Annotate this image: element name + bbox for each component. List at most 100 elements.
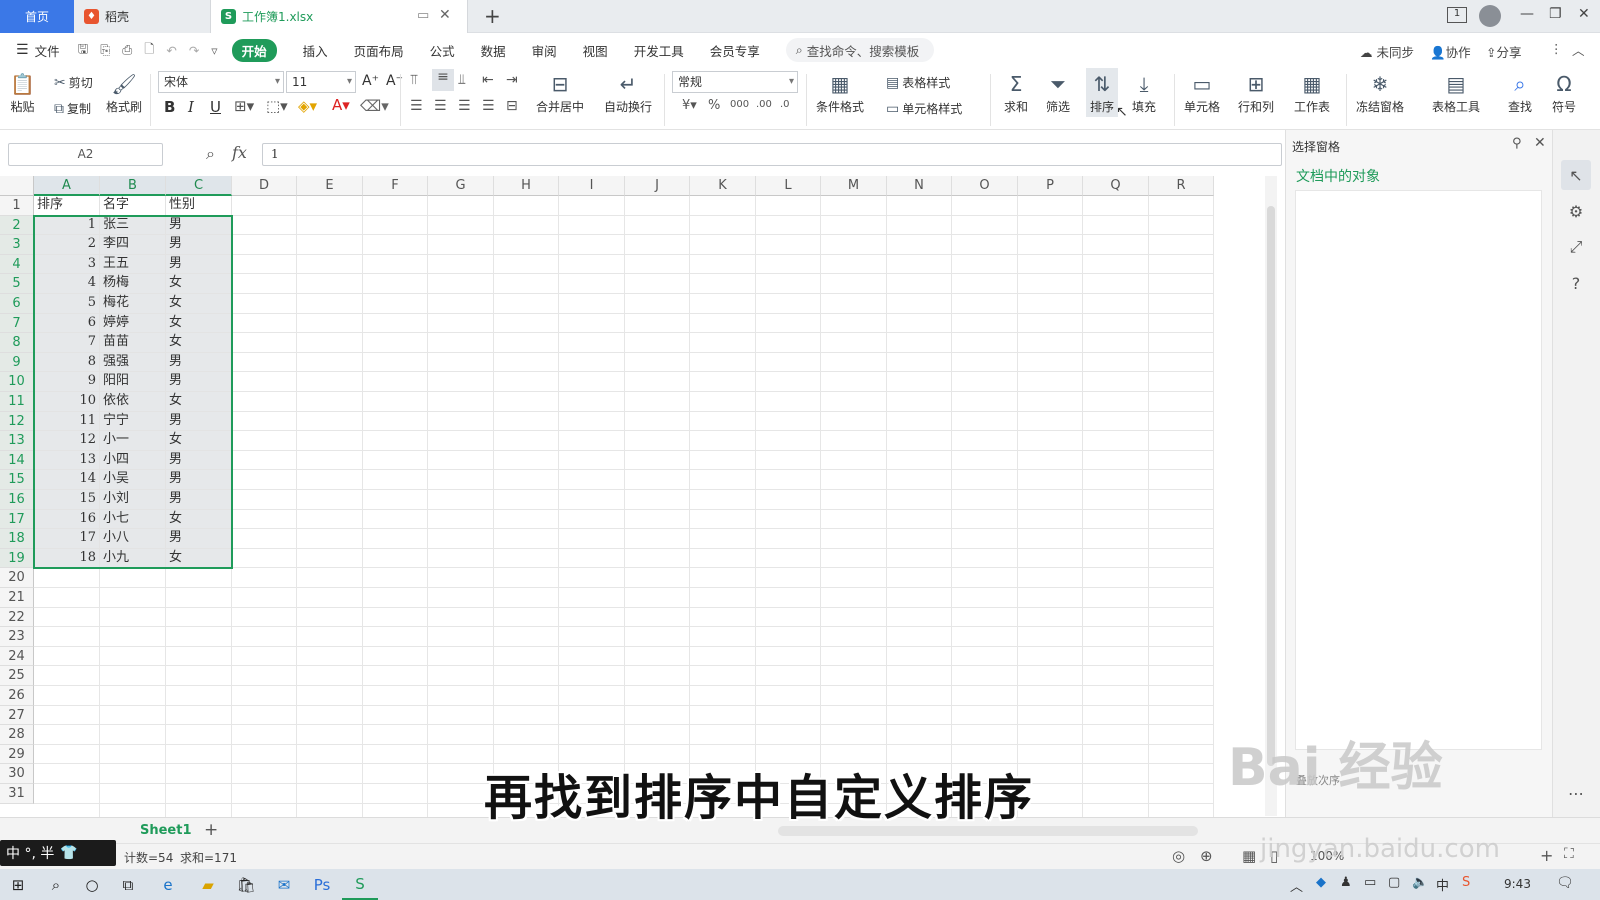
row-header[interactable]: 10 (0, 372, 34, 392)
cell[interactable]: 4 (34, 274, 100, 294)
cell[interactable]: 女 (166, 333, 232, 353)
cell[interactable]: 女 (166, 392, 232, 412)
wps-icon[interactable]: S (342, 869, 378, 900)
row-header[interactable]: 4 (0, 254, 34, 275)
clear-icon[interactable]: ⌫▾ (360, 97, 389, 115)
cell[interactable]: 11 (34, 411, 100, 432)
row-header[interactable]: 19 (0, 548, 34, 569)
column-header[interactable]: E (297, 176, 363, 196)
row-header[interactable]: 8 (0, 333, 34, 353)
row-col-button[interactable]: ⊞ 行和列 (1238, 70, 1274, 115)
increase-font-icon[interactable]: A⁺ (362, 73, 379, 89)
align-right-icon[interactable]: ☰ (458, 98, 471, 114)
mail-icon[interactable]: ✉ (266, 869, 302, 900)
row-header[interactable]: 3 (0, 235, 34, 255)
select-all-corner[interactable] (0, 176, 34, 196)
folder-icon[interactable]: ▰ (190, 869, 226, 900)
tab-home[interactable]: 首页 (0, 0, 74, 33)
sum-button[interactable]: Σ 求和 (1004, 70, 1028, 115)
cell[interactable]: 小四 (100, 450, 166, 471)
align-left-icon[interactable]: ☰ (410, 98, 423, 114)
font-size-select[interactable]: 11 (286, 71, 356, 93)
currency-icon[interactable]: ¥▾ (682, 98, 697, 113)
cell[interactable]: 14 (34, 470, 100, 490)
cell[interactable]: 小八 (100, 529, 166, 549)
cut-button[interactable]: ✂ 剪切 (54, 74, 93, 91)
percent-icon[interactable]: % (708, 98, 720, 113)
justify-icon[interactable]: ☰ (482, 98, 495, 114)
cell[interactable]: 依依 (100, 392, 166, 412)
cell[interactable]: 8 (34, 352, 100, 373)
row-header[interactable]: 25 (0, 666, 34, 686)
row-header[interactable]: 17 (0, 509, 34, 530)
row-header[interactable]: 31 (0, 784, 34, 804)
align-middle-icon[interactable]: ≡ (432, 69, 454, 91)
fullscreen-icon[interactable]: ⛶ (1564, 846, 1574, 862)
selection-pane-title[interactable]: 选择窗格 (1292, 138, 1340, 155)
column-header[interactable]: N (887, 176, 952, 196)
menu-insert[interactable]: 插入 (303, 41, 328, 60)
ime-tray-icon[interactable]: 中 (1436, 875, 1449, 894)
cell[interactable]: 男 (166, 254, 232, 275)
collapse-ribbon-icon[interactable]: ︿ (1572, 40, 1585, 59)
column-header[interactable]: H (494, 176, 559, 196)
thousands-icon[interactable]: 000 (730, 99, 749, 110)
row-header[interactable]: 20 (0, 568, 34, 588)
row-header[interactable]: 18 (0, 529, 34, 549)
cell[interactable]: 7 (34, 333, 100, 353)
row-header[interactable]: 28 (0, 725, 34, 745)
edge-icon[interactable]: e (150, 869, 186, 900)
undo-icon[interactable]: ↶ (166, 43, 176, 58)
window-mode-icon[interactable]: 1 (1447, 7, 1467, 23)
filter-button[interactable]: ⏷ 筛选 (1046, 70, 1070, 115)
zoom-in-icon[interactable]: + (1540, 846, 1553, 865)
hamburger-icon[interactable]: ☰ (16, 42, 29, 58)
task-view-icon[interactable]: ⧉ (110, 869, 146, 900)
cell[interactable]: 女 (166, 294, 232, 314)
cell[interactable]: 宁宁 (100, 411, 166, 432)
new-tab-button[interactable]: + (484, 4, 501, 28)
cell[interactable]: 小刘 (100, 490, 166, 510)
cell[interactable]: 1 (34, 215, 100, 236)
select-pointer-icon[interactable]: ↖ (1561, 160, 1591, 190)
cortana-icon[interactable]: ○ (74, 869, 110, 900)
cell[interactable]: 女 (166, 548, 232, 569)
cell[interactable]: 男 (166, 450, 232, 471)
column-header[interactable]: O (952, 176, 1018, 196)
column-header[interactable]: R (1149, 176, 1214, 196)
menu-page-layout[interactable]: 页面布局 (354, 41, 404, 60)
close-pane-icon[interactable]: ✕ (1534, 135, 1546, 151)
search-icon[interactable]: ⌕ (38, 869, 74, 900)
increase-decimal-icon[interactable]: .00 (756, 99, 772, 110)
cell[interactable]: 9 (34, 372, 100, 392)
cell[interactable]: 苗苗 (100, 333, 166, 353)
align-bottom-icon[interactable]: ⫫ (458, 72, 466, 88)
collab-button[interactable]: 👤协作 (1430, 42, 1471, 61)
row-header[interactable]: 12 (0, 411, 34, 432)
cell[interactable]: 17 (34, 529, 100, 549)
fill-button[interactable]: ⤓ 填充 (1132, 70, 1156, 115)
vertical-scrollbar[interactable] (1265, 176, 1277, 816)
column-header[interactable]: J (625, 176, 690, 196)
fill-color-icon[interactable]: ◈▾ (298, 97, 317, 115)
copy-button[interactable]: ⧉ 复制 (54, 100, 91, 117)
unsynced-button[interactable]: ☁ 未同步 (1360, 42, 1414, 61)
restore-button[interactable]: ❐ (1549, 6, 1562, 22)
menu-member[interactable]: 会员专享 (710, 41, 760, 60)
cell[interactable]: 男 (166, 372, 232, 392)
table-tools-button[interactable]: ▤ 表格工具 (1432, 70, 1480, 115)
cell[interactable]: 女 (166, 313, 232, 334)
name-box[interactable]: A2 (8, 143, 163, 166)
symbol-button[interactable]: Ω 符号 (1552, 70, 1576, 115)
ime-toolbar[interactable]: 中 °, 半 👕 (0, 840, 116, 866)
menu-review[interactable]: 审阅 (532, 41, 557, 60)
more-icon[interactable]: ⋮ (1550, 41, 1563, 56)
conditional-format-button[interactable]: ▦ 条件格式 (816, 70, 864, 115)
close-tab-icon[interactable]: ✕ (439, 7, 451, 23)
cell[interactable]: 强强 (100, 352, 166, 373)
taskbar-clock[interactable]: 9:43 (1504, 877, 1531, 891)
row-header[interactable]: 16 (0, 490, 34, 510)
add-sheet-button[interactable]: + (204, 820, 218, 840)
volume-icon[interactable]: 🔈 (1412, 875, 1428, 890)
quick-access-dropdown-icon[interactable]: ▿ (211, 43, 217, 58)
